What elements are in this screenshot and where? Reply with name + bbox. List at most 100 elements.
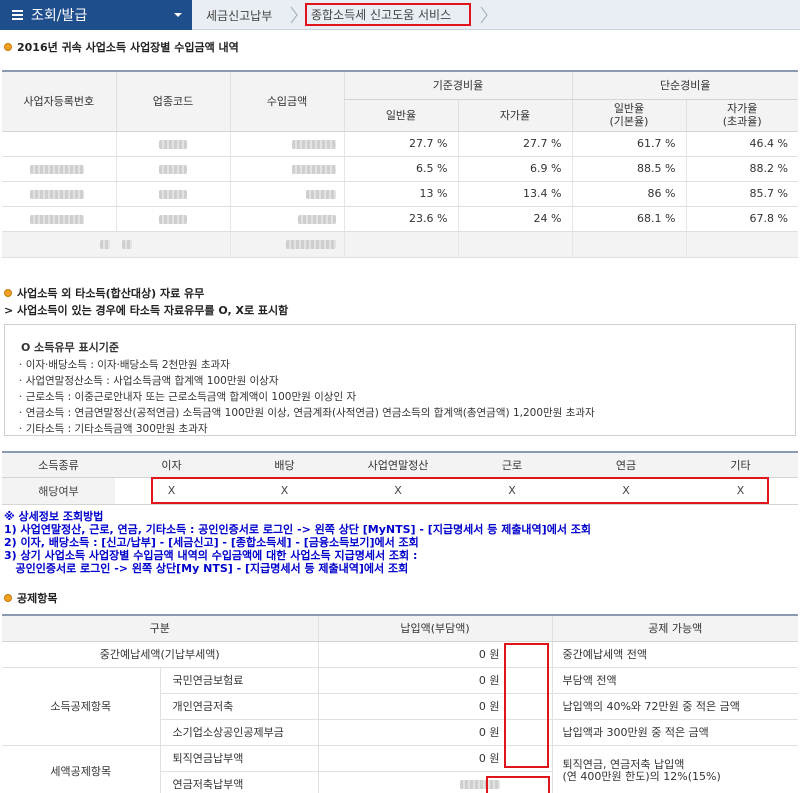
cell-income-deduction-label: 소득공제항목 xyxy=(2,667,160,746)
guide-line: 공인인증서로 로그인 -> 왼쪽 상단[My NTS] - [지급명세서 등 제… xyxy=(4,562,409,575)
cell-item-label: 개인연금저축 xyxy=(159,693,318,720)
section-title-deduction: 공제항목 xyxy=(4,590,57,606)
business-income-table: 사업자등록번호 업종코드 수입금액 기준경비율 단순경비율 일반율 자가율 일반… xyxy=(2,70,798,258)
cell-std-general: 6.5 % xyxy=(343,156,458,182)
th-pension: 연금 xyxy=(569,451,683,478)
table-row: 중간예납세액(기납부세액) 0 원 중간예납세액 전액 xyxy=(2,641,798,668)
cell-income xyxy=(229,181,344,207)
section-title-text: 공제항목 xyxy=(17,592,58,605)
cell-item-desc: 납입액의 40%와 72만원 중 적은 금액 xyxy=(551,693,798,720)
guide-line: 3) 상기 사업소득 사업장별 수입금액 내역의 수입금액에 대한 사업소득 지… xyxy=(4,549,418,562)
cell-biz-no xyxy=(2,156,116,182)
menu-icon xyxy=(12,8,23,22)
highlight-box xyxy=(151,477,769,504)
cell-item-desc: 퇴직연금, 연금저축 납입액 (연 400만원 한도)의 12%(15%) xyxy=(551,745,798,793)
bullet-icon xyxy=(4,43,12,51)
highlight-box xyxy=(504,643,549,768)
th-paid-amount: 납입액(부담액) xyxy=(317,614,552,642)
list-item: 근로소득 : 이중근로안내자 또는 근로소득금액 합계액이 100만원 이상인 … xyxy=(19,389,595,405)
cell-simple-general: 88.5 % xyxy=(571,156,686,182)
section-title-other-income: 사업소득 외 타소득(합산대상) 자료 유무 xyxy=(4,285,204,301)
cell-prepaid-label: 중간예납세액(기납부세액) xyxy=(2,641,318,668)
th-biz-settlement: 사업연말정산 xyxy=(341,451,455,478)
table-row: 6.5 % 6.9 % 88.5 % 88.2 % xyxy=(2,156,798,182)
nav-main-label: 조회/발급 xyxy=(31,8,88,24)
cell-std-self: 6.9 % xyxy=(457,156,572,182)
th-simple-general: 일반율 (기본율) xyxy=(571,99,686,132)
cell-simple-self: 46.4 % xyxy=(685,131,798,157)
cell-prepaid-desc: 중간예납세액 전액 xyxy=(551,641,798,668)
cell-std-general: 13 % xyxy=(343,181,458,207)
cell-simple-general: 68.1 % xyxy=(571,206,686,232)
guide-line: 2) 이자, 배당소득 : [신고/납부] - [세금신고] - [종합소득세]… xyxy=(4,536,419,549)
cell-simple-self: 85.7 % xyxy=(685,181,798,207)
cell-item-label: 소기업소상공인공제부금 xyxy=(159,719,318,746)
cell-tax-credit-label: 세액공제항목 xyxy=(2,745,160,793)
cell-empty xyxy=(343,231,458,258)
bullet-icon xyxy=(4,289,12,297)
nav-main-menu[interactable]: 조회/발급 xyxy=(0,0,192,30)
cell-simple-general: 86 % xyxy=(571,181,686,207)
breadcrumb-tax-filing[interactable]: 세금신고납부 xyxy=(206,7,272,24)
guide-line: 1) 사업연말정산, 근로, 연금, 기타소득 : 공인인증서로 로그인 -> … xyxy=(4,523,592,536)
th-std-self: 자가율 xyxy=(457,99,572,132)
th-interest: 이자 xyxy=(115,451,228,478)
th-category: 구분 xyxy=(2,614,318,642)
cell-total-label xyxy=(2,231,230,258)
th-standard-rate: 기준경비율 xyxy=(343,70,572,100)
lookup-guide: ※ 상세정보 조회방법 1) 사업연말정산, 근로, 연금, 기타소득 : 공인… xyxy=(4,510,591,575)
cell-simple-general: 61.7 % xyxy=(571,131,686,157)
highlight-box xyxy=(486,776,550,793)
cell-income xyxy=(229,131,344,157)
guide-title: ※ 상세정보 조회방법 xyxy=(4,510,104,523)
cell-std-self: 27.7 % xyxy=(457,131,572,157)
th-labor: 근로 xyxy=(455,451,569,478)
cell-total-income xyxy=(229,231,344,258)
section-title-text: 사업소득 외 타소득(합산대상) 자료 유무 xyxy=(17,287,205,300)
th-std-general: 일반율 xyxy=(343,99,458,132)
cell-empty xyxy=(457,231,572,258)
cell-std-self: 24 % xyxy=(457,206,572,232)
th-income-type: 소득종류 xyxy=(2,451,115,478)
table-row: 23.6 % 24 % 68.1 % 67.8 % xyxy=(2,206,798,232)
cell-empty xyxy=(571,231,686,258)
list-item: 기타소득 : 기타소득금액 300만원 초과자 xyxy=(19,421,595,437)
row-label-applicable: 해당여부 xyxy=(2,477,115,505)
breadcrumb-separator-icon xyxy=(480,6,488,24)
cell-biz-no xyxy=(2,181,116,207)
table-row: 27.7 % 27.7 % 61.7 % 46.4 % xyxy=(2,131,798,157)
cell-biz-no xyxy=(2,206,116,232)
section-title-business-income: 2016년 귀속 사업소득 사업장별 수입금액 내역 xyxy=(4,39,239,55)
breadcrumb-separator-icon xyxy=(290,6,298,24)
cell-simple-self: 88.2 % xyxy=(685,156,798,182)
other-income-note: > 사업소득이 있는 경우에 타소득 자료유무를 O, X로 표시함 xyxy=(4,304,289,317)
cell-item-desc: 납입액과 300만원 중 적은 금액 xyxy=(551,719,798,746)
cell-biz-no xyxy=(2,131,116,157)
th-income: 수입금액 xyxy=(229,70,344,132)
section-title-text: 2016년 귀속 사업소득 사업장별 수입금액 내역 xyxy=(17,41,239,54)
caret-down-icon xyxy=(174,13,182,17)
cell-industry-code xyxy=(115,131,230,157)
th-other: 기타 xyxy=(683,451,798,478)
cell-item-label: 연금저축납부액 xyxy=(159,771,318,793)
list-item: 사업연말정산소득 : 사업소득금액 합계액 100만원 이상자 xyxy=(19,373,595,389)
top-navigation: 조회/발급 세금신고납부 종합소득세 신고도움 서비스 xyxy=(0,0,800,30)
criteria-list: 이자·배당소득 : 이자·배당소득 2천만원 초과자 사업연말정산소득 : 사업… xyxy=(19,357,595,437)
deduction-table: 구분 납입액(부담액) 공제 가능액 중간예납세액(기납부세액) 0 원 중간예… xyxy=(2,614,798,793)
cell-simple-self: 67.8 % xyxy=(685,206,798,232)
th-dividend: 배당 xyxy=(228,451,341,478)
th-industry-code: 업종코드 xyxy=(115,70,230,132)
cell-std-general: 23.6 % xyxy=(343,206,458,232)
th-simple-self: 자가율 (초과율) xyxy=(685,99,798,132)
cell-empty xyxy=(685,231,798,258)
th-biz-no: 사업자등록번호 xyxy=(2,70,116,132)
criteria-box: O 소득유무 표시기준 이자·배당소득 : 이자·배당소득 2천만원 초과자 사… xyxy=(4,324,796,436)
cell-income xyxy=(229,206,344,232)
bullet-icon xyxy=(4,594,12,602)
cell-industry-code xyxy=(115,181,230,207)
th-deductible: 공제 가능액 xyxy=(551,614,798,642)
breadcrumb-income-tax-service[interactable]: 종합소득세 신고도움 서비스 xyxy=(311,6,451,23)
criteria-title: O 소득유무 표시기준 xyxy=(21,341,119,354)
cell-item-desc: 부담액 전액 xyxy=(551,667,798,694)
list-item: 이자·배당소득 : 이자·배당소득 2천만원 초과자 xyxy=(19,357,595,373)
